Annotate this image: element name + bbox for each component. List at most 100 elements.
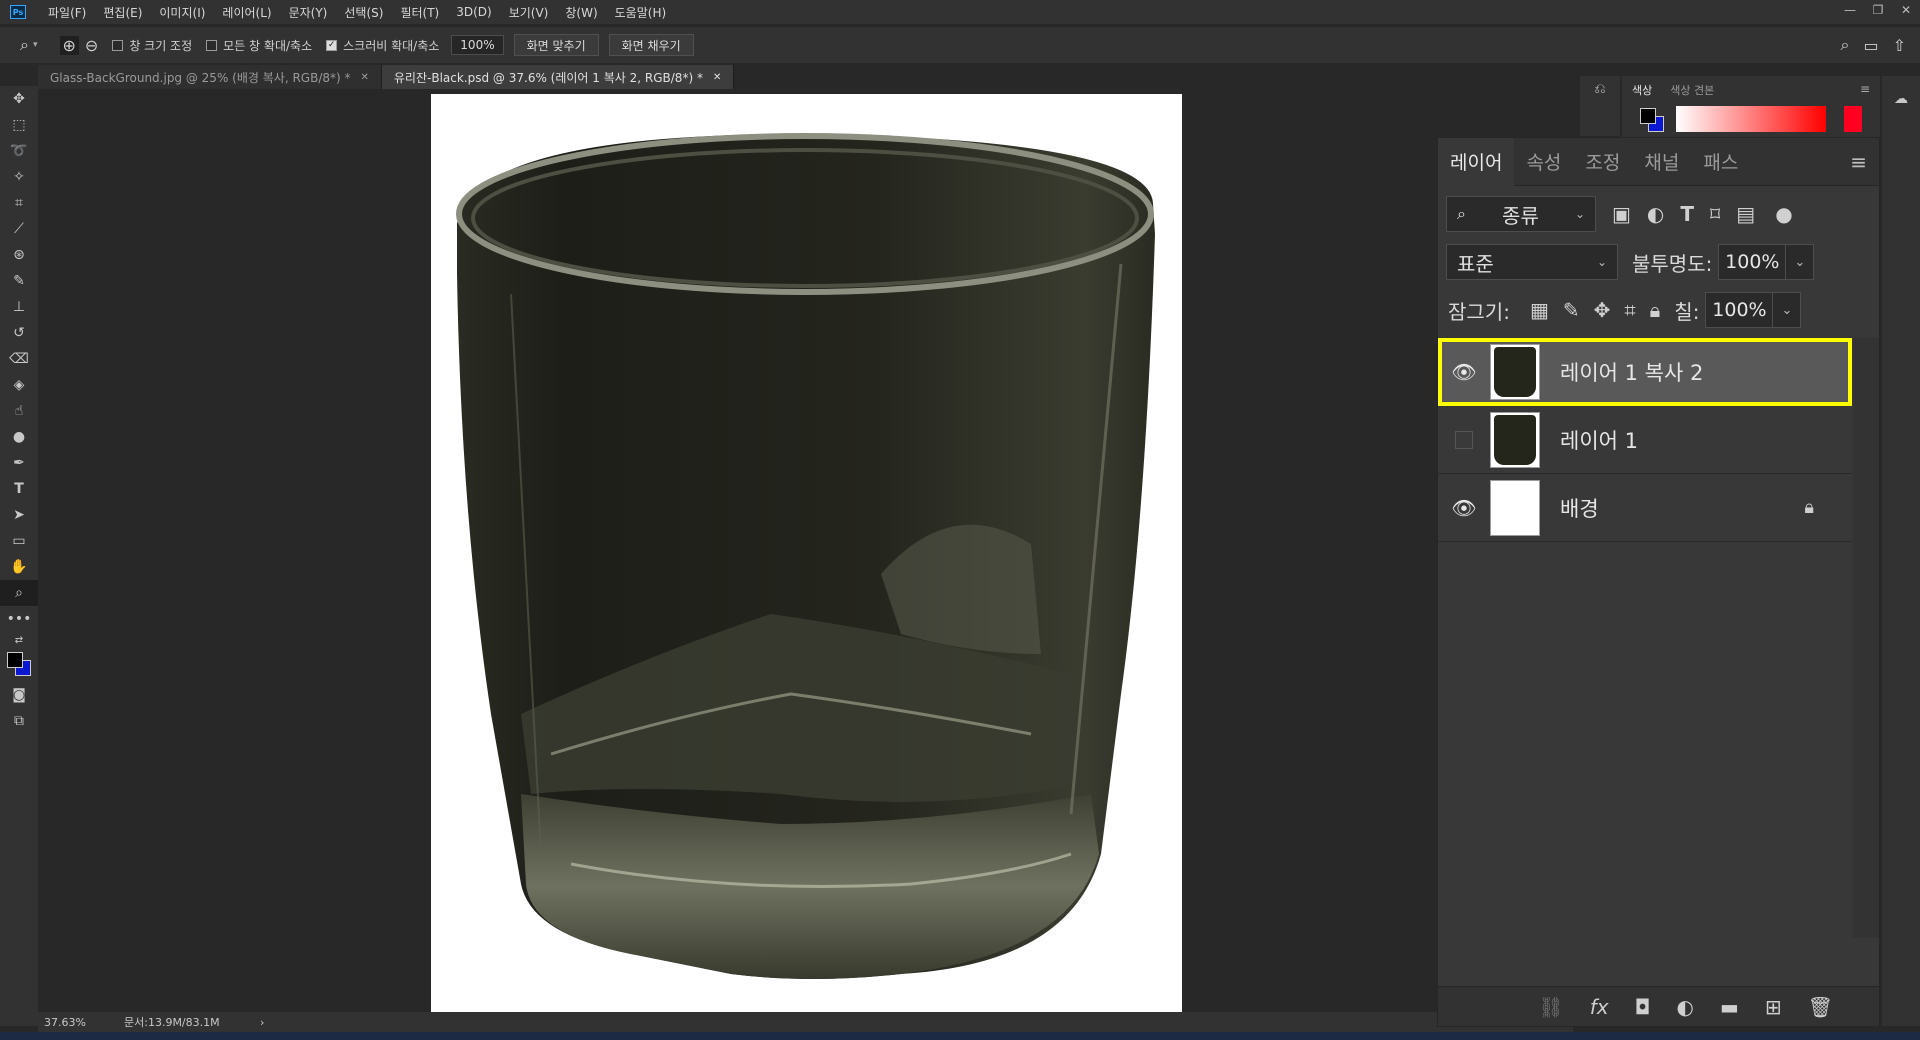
delete-layer-icon[interactable]: 🗑︎ <box>1808 995 1833 1019</box>
zoom-in-icon[interactable]: ⊕ <box>59 35 79 55</box>
adjustment-layer-icon[interactable]: ◐ <box>1676 995 1693 1019</box>
tab-layers[interactable]: 레이어 <box>1438 137 1515 186</box>
workspace-icon[interactable]: ▭ <box>1863 36 1878 55</box>
dodge-tool-icon[interactable]: ● <box>0 424 38 450</box>
checkmark-icon[interactable]: ✓ <box>326 39 338 51</box>
opacity-dropdown-icon[interactable]: ⌄ <box>1786 244 1815 280</box>
layer-thumbnail[interactable] <box>1490 343 1540 400</box>
menu-window[interactable]: 창(W) <box>565 4 597 21</box>
scrollbar[interactable] <box>1853 338 1879 938</box>
zoom-all-windows-checkbox[interactable]: 모든 창 확대/축소 <box>206 37 312 54</box>
menu-filter[interactable]: 필터(T) <box>400 4 439 21</box>
swap-colors-icon[interactable]: ⇄ <box>0 632 38 648</box>
layer-name[interactable]: 배경 <box>1560 493 1599 523</box>
close-icon[interactable]: ✕ <box>713 72 721 83</box>
tab-glass-background[interactable]: Glass-BackGround.jpg @ 25% (배경 복사, RGB/8… <box>38 65 382 89</box>
checkbox-box[interactable] <box>112 39 124 51</box>
tab-properties[interactable]: 속성 <box>1514 138 1573 186</box>
link-layers-icon[interactable]: ⛓ <box>1538 995 1563 1019</box>
eraser-tool-icon[interactable]: ⌫ <box>0 346 38 372</box>
menu-layer[interactable]: 레이어(L) <box>222 4 271 21</box>
menu-type[interactable]: 문자(Y) <box>289 4 328 21</box>
zoom-out-icon[interactable]: ⊖ <box>85 36 98 55</box>
eye-icon[interactable]: 👁︎ <box>1438 496 1490 520</box>
layer-thumbnail[interactable] <box>1490 411 1540 468</box>
creative-cloud-icon[interactable]: ☁ <box>1882 86 1920 112</box>
layer-thumbnail[interactable] <box>1490 479 1540 536</box>
filter-kind-dropdown[interactable]: ⌕ 종류 ⌄ <box>1446 196 1596 232</box>
tab-channels[interactable]: 채널 <box>1632 138 1691 186</box>
tab-adjustments[interactable]: 조정 <box>1573 138 1632 186</box>
panel-menu-icon[interactable]: ≡ <box>1860 82 1870 98</box>
brush-tool-icon[interactable]: ✎ <box>0 268 38 294</box>
crop-tool-icon[interactable]: ⌗ <box>0 190 38 216</box>
fill-screen-button[interactable]: 화면 채우기 <box>608 34 694 56</box>
layer-row-layer1[interactable]: 레이어 1 <box>1438 406 1852 474</box>
hand-tool-icon[interactable]: ✋ <box>0 554 38 580</box>
paint-bucket-tool-icon[interactable]: ◈ <box>0 372 38 398</box>
stamp-tool-icon[interactable]: ⊥ <box>0 294 38 320</box>
zoom-tool-icon[interactable]: ⌕ <box>20 35 29 55</box>
lock-artboard-icon[interactable]: ⌗ <box>1624 298 1635 322</box>
menu-select[interactable]: 선택(S) <box>344 4 383 21</box>
layer-name[interactable]: 레이어 1 <box>1560 425 1638 455</box>
minimize-button[interactable]: — <box>1836 0 1864 20</box>
tab-color[interactable]: 색상 <box>1632 82 1652 98</box>
eye-hidden-box[interactable] <box>1455 430 1473 449</box>
magic-wand-tool-icon[interactable]: ✧ <box>0 164 38 190</box>
layer-style-icon[interactable]: fx <box>1590 995 1609 1019</box>
history-brush-tool-icon[interactable]: ↺ <box>0 320 38 346</box>
layer-row-background[interactable]: 👁︎ 배경 🔒︎ <box>1438 474 1852 542</box>
smart-object-filter-icon[interactable]: ▤ <box>1736 202 1755 226</box>
tab-glass-black[interactable]: 유리잔-Black.psd @ 37.6% (레이어 1 복사 2, RGB/8… <box>381 65 735 89</box>
path-selection-tool-icon[interactable]: ➤ <box>0 502 38 528</box>
blend-mode-dropdown[interactable]: 표준 ⌄ <box>1446 244 1618 280</box>
eyedropper-tool-icon[interactable]: ⟋ <box>0 216 38 242</box>
layer-row-copy2[interactable]: 👁︎ 레이어 1 복사 2 <box>1438 338 1852 406</box>
status-menu-arrow[interactable]: › <box>260 1016 264 1029</box>
tab-paths[interactable]: 패스 <box>1691 138 1750 186</box>
type-filter-icon[interactable]: T <box>1680 202 1694 226</box>
lock-position-icon[interactable]: ✥ <box>1594 298 1611 322</box>
add-mask-icon[interactable]: ◘ <box>1635 995 1651 1019</box>
history-panel-icon[interactable]: ⎌ <box>1580 76 1620 102</box>
menu-view[interactable]: 보기(V) <box>509 4 549 21</box>
move-tool-icon[interactable]: ✥ <box>0 86 38 112</box>
color-ramp[interactable] <box>1676 106 1826 132</box>
fill-dropdown-icon[interactable]: ⌄ <box>1773 292 1802 328</box>
lock-icon[interactable]: 🔒︎ <box>1804 497 1814 518</box>
filter-toggle-icon[interactable]: ● <box>1775 202 1792 226</box>
lock-image-icon[interactable]: ✎ <box>1563 298 1580 322</box>
zoom-tool-icon[interactable]: ⌕ <box>0 580 38 606</box>
lock-all-icon[interactable]: 🔒︎ <box>1650 298 1661 322</box>
layer-name[interactable]: 레이어 1 복사 2 <box>1560 357 1703 387</box>
opacity-field[interactable]: 100% <box>1718 244 1787 280</box>
status-zoom[interactable]: 37.63% <box>44 1016 124 1029</box>
scrubby-zoom-checkbox[interactable]: ✓ 스크러비 확대/축소 <box>326 37 439 54</box>
visibility-toggle[interactable] <box>1438 430 1490 449</box>
rectangle-tool-icon[interactable]: ▭ <box>0 528 38 554</box>
foreground-color-swatch[interactable] <box>7 652 23 668</box>
type-tool-icon[interactable]: T <box>0 476 38 502</box>
more-tools-icon[interactable]: ••• <box>0 606 38 632</box>
menu-image[interactable]: 이미지(I) <box>159 4 205 21</box>
lock-transparent-icon[interactable]: ▦ <box>1530 298 1549 322</box>
lasso-tool-icon[interactable]: ➰ <box>0 138 38 164</box>
resize-windows-checkbox[interactable]: 창 크기 조정 <box>112 37 192 54</box>
tab-swatches[interactable]: 색상 견본 <box>1670 82 1714 98</box>
close-button[interactable]: ✕ <box>1892 0 1920 20</box>
foreground-color-swatch[interactable] <box>1640 108 1656 124</box>
close-icon[interactable]: ✕ <box>361 72 369 83</box>
menu-edit[interactable]: 편집(E) <box>103 4 142 21</box>
pen-tool-icon[interactable]: ✒ <box>0 450 38 476</box>
menu-file[interactable]: 파일(F) <box>48 4 86 21</box>
zoom-value-field[interactable]: 100% <box>451 35 504 55</box>
new-layer-icon[interactable]: ⊞ <box>1765 995 1782 1019</box>
color-swatches[interactable] <box>0 648 38 682</box>
smudge-tool-icon[interactable]: ☝ <box>0 398 38 424</box>
restore-button[interactable]: ❐ <box>1864 0 1892 20</box>
quick-mask-icon[interactable]: ◙ <box>0 682 38 708</box>
checkbox-box[interactable] <box>206 39 218 51</box>
chevron-down-icon[interactable]: ▾ <box>33 40 38 50</box>
panel-menu-icon[interactable]: ≡ <box>1850 150 1867 174</box>
